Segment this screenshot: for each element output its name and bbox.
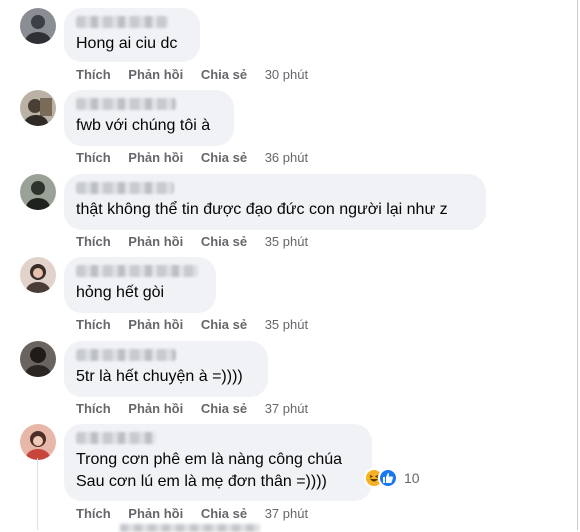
comment-time[interactable]: 35 phút <box>265 234 308 249</box>
comment-actions: Thích Phản hồi Chia sẻ 35 phút <box>76 317 308 332</box>
like-button[interactable]: Thích <box>76 401 111 416</box>
like-button[interactable]: Thích <box>76 317 111 332</box>
reply-button[interactable]: Phản hồi <box>128 506 183 521</box>
comment-time[interactable]: 30 phút <box>265 67 308 82</box>
commenter-name-blurred[interactable] <box>76 98 176 110</box>
like-button[interactable]: Thích <box>76 150 111 165</box>
frame-border <box>577 0 578 530</box>
avatar[interactable] <box>20 90 56 126</box>
comment-actions: Thích Phản hồi Chia sẻ 37 phút <box>76 401 308 416</box>
reaction-count: 10 <box>404 470 420 486</box>
share-button[interactable]: Chia sẻ <box>201 234 247 249</box>
avatar[interactable] <box>20 257 56 293</box>
avatar[interactable] <box>20 424 56 460</box>
comment-actions: Thích Phản hồi Chia sẻ 37 phút <box>76 506 308 521</box>
reply-button[interactable]: Phản hồi <box>128 150 183 165</box>
share-button[interactable]: Chia sẻ <box>201 67 247 82</box>
comment-time[interactable]: 37 phút <box>265 401 308 416</box>
comment-bubble: 5tr là hết chuyện à =)))) <box>64 341 268 397</box>
comment-text: Hong ai ciu dc <box>76 35 178 52</box>
commenter-name-blurred[interactable] <box>76 432 156 444</box>
comment-text-line-2: Sau cơn lú em là mẹ đơn thân =)))) <box>76 473 327 490</box>
comment-text: fwb với chúng tôi à <box>76 117 211 134</box>
avatar[interactable] <box>20 341 56 377</box>
comment-bubble: thật không thể tin được đạo đức con ngườ… <box>64 174 486 230</box>
comment-text: thật không thể tin được đạo đức con ngườ… <box>76 201 448 218</box>
comment-actions: Thích Phản hồi Chia sẻ 30 phút <box>76 67 308 82</box>
comment-bubble: hỏng hết gòi <box>64 257 216 313</box>
comment-text-line-1: Trong cơn phê em là nàng công chúa <box>76 451 343 468</box>
like-icon <box>378 468 398 488</box>
reactions-summary[interactable]: 10 <box>364 467 420 489</box>
like-button[interactable]: Thích <box>76 234 111 249</box>
comment-text: 5tr là hết chuyện à =)))) <box>76 368 243 385</box>
share-button[interactable]: Chia sẻ <box>201 401 247 416</box>
reply-button[interactable]: Phản hồi <box>128 317 183 332</box>
avatar[interactable] <box>20 174 56 210</box>
commenter-name-blurred[interactable] <box>76 265 198 277</box>
comment-time[interactable]: 37 phút <box>265 506 308 521</box>
avatar[interactable] <box>20 8 56 44</box>
reply-button[interactable]: Phản hồi <box>128 234 183 249</box>
like-button[interactable]: Thích <box>76 67 111 82</box>
comment-bubble: fwb với chúng tôi à <box>64 90 234 146</box>
share-button[interactable]: Chia sẻ <box>201 150 247 165</box>
reply-name-blurred <box>120 524 260 532</box>
share-button[interactable]: Chia sẻ <box>201 317 247 332</box>
comment-bubble: Trong cơn phê em là nàng công chúa Sau c… <box>64 424 372 501</box>
comment-bubble: Hong ai ciu dc <box>64 8 200 62</box>
commenter-name-blurred[interactable] <box>76 182 174 194</box>
reply-button[interactable]: Phản hồi <box>128 67 183 82</box>
share-button[interactable]: Chia sẻ <box>201 506 247 521</box>
reply-button[interactable]: Phản hồi <box>128 401 183 416</box>
reply-thread-line <box>37 458 38 530</box>
commenter-name-blurred[interactable] <box>76 16 168 28</box>
commenter-name-blurred[interactable] <box>76 349 176 361</box>
comment-actions: Thích Phản hồi Chia sẻ 35 phút <box>76 234 308 249</box>
like-button[interactable]: Thích <box>76 506 111 521</box>
comment-text: hỏng hết gòi <box>76 284 165 301</box>
comment-time[interactable]: 36 phút <box>265 150 308 165</box>
comment-actions: Thích Phản hồi Chia sẻ 36 phút <box>76 150 308 165</box>
comment-time[interactable]: 35 phút <box>265 317 308 332</box>
